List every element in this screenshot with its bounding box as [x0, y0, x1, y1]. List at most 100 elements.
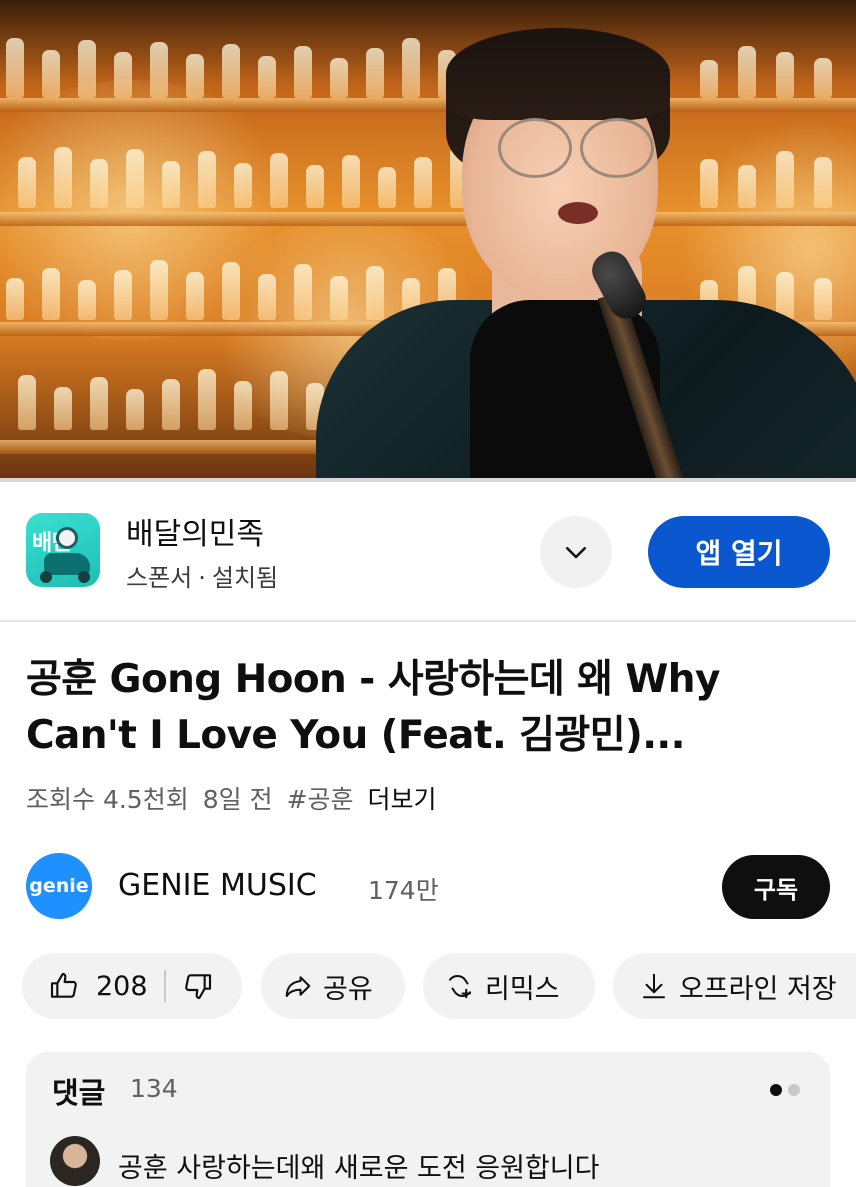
carousel-dots	[770, 1084, 800, 1096]
chevron-down-icon	[566, 547, 586, 559]
bottle-graphic	[270, 153, 288, 208]
commenter-avatar	[50, 1136, 100, 1186]
channel-name[interactable]: GENIE MUSIC	[118, 868, 317, 903]
rider-graphic	[56, 527, 78, 549]
glasses-left	[498, 118, 572, 178]
bottle-graphic	[186, 272, 204, 320]
bottle-graphic	[342, 155, 360, 208]
thumbs-down-icon	[184, 974, 211, 1000]
share-button[interactable]: 공유	[261, 953, 405, 1019]
bottle-graphic	[366, 266, 384, 320]
remix-icon	[449, 975, 471, 999]
download-icon	[643, 973, 665, 999]
like-divider	[163, 970, 166, 1002]
remix-label: 리믹스	[485, 973, 560, 1005]
ad-subtitle: 스폰서 · 설치됨	[126, 558, 278, 593]
install-status: 설치됨	[211, 564, 279, 592]
dislike-button[interactable]	[182, 970, 214, 1002]
bottle-graphic	[234, 381, 252, 430]
bottle-graphic	[150, 260, 168, 320]
bottle-graphic	[234, 163, 252, 208]
comments-count: 134	[130, 1074, 178, 1103]
comments-panel[interactable]: 댓글 134 공훈 사랑하는데왜 새로운 도전 응원합니다	[26, 1052, 830, 1187]
bottle-graphic	[198, 151, 216, 208]
channel-avatar[interactable]: genie	[26, 853, 92, 919]
carousel-dot	[788, 1084, 800, 1096]
ad-app-name[interactable]: 배달의민족	[126, 509, 264, 553]
bottle-graphic	[814, 157, 832, 208]
bottle-graphic	[150, 42, 168, 98]
bottle-graphic	[258, 274, 276, 320]
video-title[interactable]: 공훈 Gong Hoon - 사랑하는데 왜 Why Can't I Love …	[26, 652, 826, 764]
share-icon	[285, 976, 311, 997]
bottle-graphic	[814, 58, 832, 98]
bottle-graphic	[402, 38, 420, 98]
like-dislike-pill: 208	[22, 953, 242, 1019]
bottle-graphic	[78, 40, 96, 98]
bottle-graphic	[114, 52, 132, 98]
like-count: 208	[96, 970, 148, 1002]
bottle-graphic	[42, 50, 60, 98]
thumbs-up-icon	[50, 972, 77, 998]
remix-button[interactable]: 리믹스	[423, 953, 595, 1019]
bottle-graphic	[54, 147, 72, 208]
bottle-graphic	[6, 38, 24, 98]
bottle-graphic	[330, 276, 348, 320]
separator: ·	[198, 564, 206, 592]
subscriber-count: 174만	[368, 876, 439, 905]
open-app-button[interactable]: 앱 열기	[648, 516, 830, 588]
bottle-graphic	[330, 58, 348, 98]
bottle-graphic	[6, 278, 24, 320]
bottle-graphic	[18, 157, 36, 208]
bottle-graphic	[306, 165, 324, 208]
wheel-graphic	[40, 571, 52, 583]
bottle-graphic	[126, 389, 144, 430]
channel-row: genie GENIE MUSIC 174만 구독	[0, 850, 856, 926]
bottle-graphic	[294, 264, 312, 320]
bottle-graphic	[162, 379, 180, 430]
ad-app-icon[interactable]: 배민	[26, 513, 100, 587]
bottle-graphic	[814, 278, 832, 320]
bottle-graphic	[738, 165, 756, 208]
bottle-graphic	[700, 60, 718, 98]
more-link[interactable]: 더보기	[368, 785, 437, 814]
glasses-right	[580, 118, 654, 178]
bottle-graphic	[78, 280, 96, 320]
bar-shelf	[0, 98, 856, 112]
bottle-graphic	[776, 151, 794, 208]
bottle-graphic	[162, 161, 180, 208]
top-comment-text: 공훈 사랑하는데왜 새로운 도전 응원합니다	[118, 1153, 600, 1184]
view-count: 조회수 4.5천회	[26, 785, 189, 814]
share-label: 공유	[323, 973, 373, 1005]
bottle-graphic	[18, 375, 36, 430]
bottle-graphic	[378, 167, 396, 208]
bottle-graphic	[126, 149, 144, 208]
carousel-dot-active	[770, 1084, 782, 1096]
video-meta[interactable]: 조회수 4.5천회 8일 전 #공훈 더보기	[26, 780, 451, 816]
video-player[interactable]	[0, 0, 856, 478]
offline-label: 오프라인 저장	[679, 973, 837, 1005]
bottle-graphic	[776, 52, 794, 98]
sponsor-label: 스폰서	[126, 564, 193, 592]
like-button[interactable]: 208	[48, 970, 148, 1002]
bottle-graphic	[222, 262, 240, 320]
bottle-graphic	[366, 48, 384, 98]
sponsored-ad-card[interactable]: 배민 배달의민족 스폰서 · 설치됨 앱 열기	[0, 482, 856, 622]
wheel-graphic	[78, 571, 90, 583]
singer-mouth	[558, 202, 598, 224]
offline-save-button[interactable]: 오프라인 저장	[613, 953, 856, 1019]
bottle-graphic	[54, 387, 72, 430]
ad-expand-button[interactable]	[540, 516, 612, 588]
upload-age: 8일 전	[202, 785, 273, 814]
bottle-graphic	[294, 46, 312, 98]
bottle-graphic	[414, 157, 432, 208]
bar-shelf	[0, 212, 856, 226]
singer-fringe	[446, 28, 670, 120]
bottle-graphic	[42, 268, 60, 320]
subscribe-button[interactable]: 구독	[722, 855, 830, 919]
bottle-graphic	[186, 54, 204, 98]
bottle-graphic	[198, 369, 216, 430]
hashtag-link[interactable]: #공훈	[287, 785, 354, 814]
comments-heading: 댓글	[52, 1076, 106, 1110]
action-bar: 208 공유 리믹스 오프라인 저장	[0, 953, 856, 1019]
